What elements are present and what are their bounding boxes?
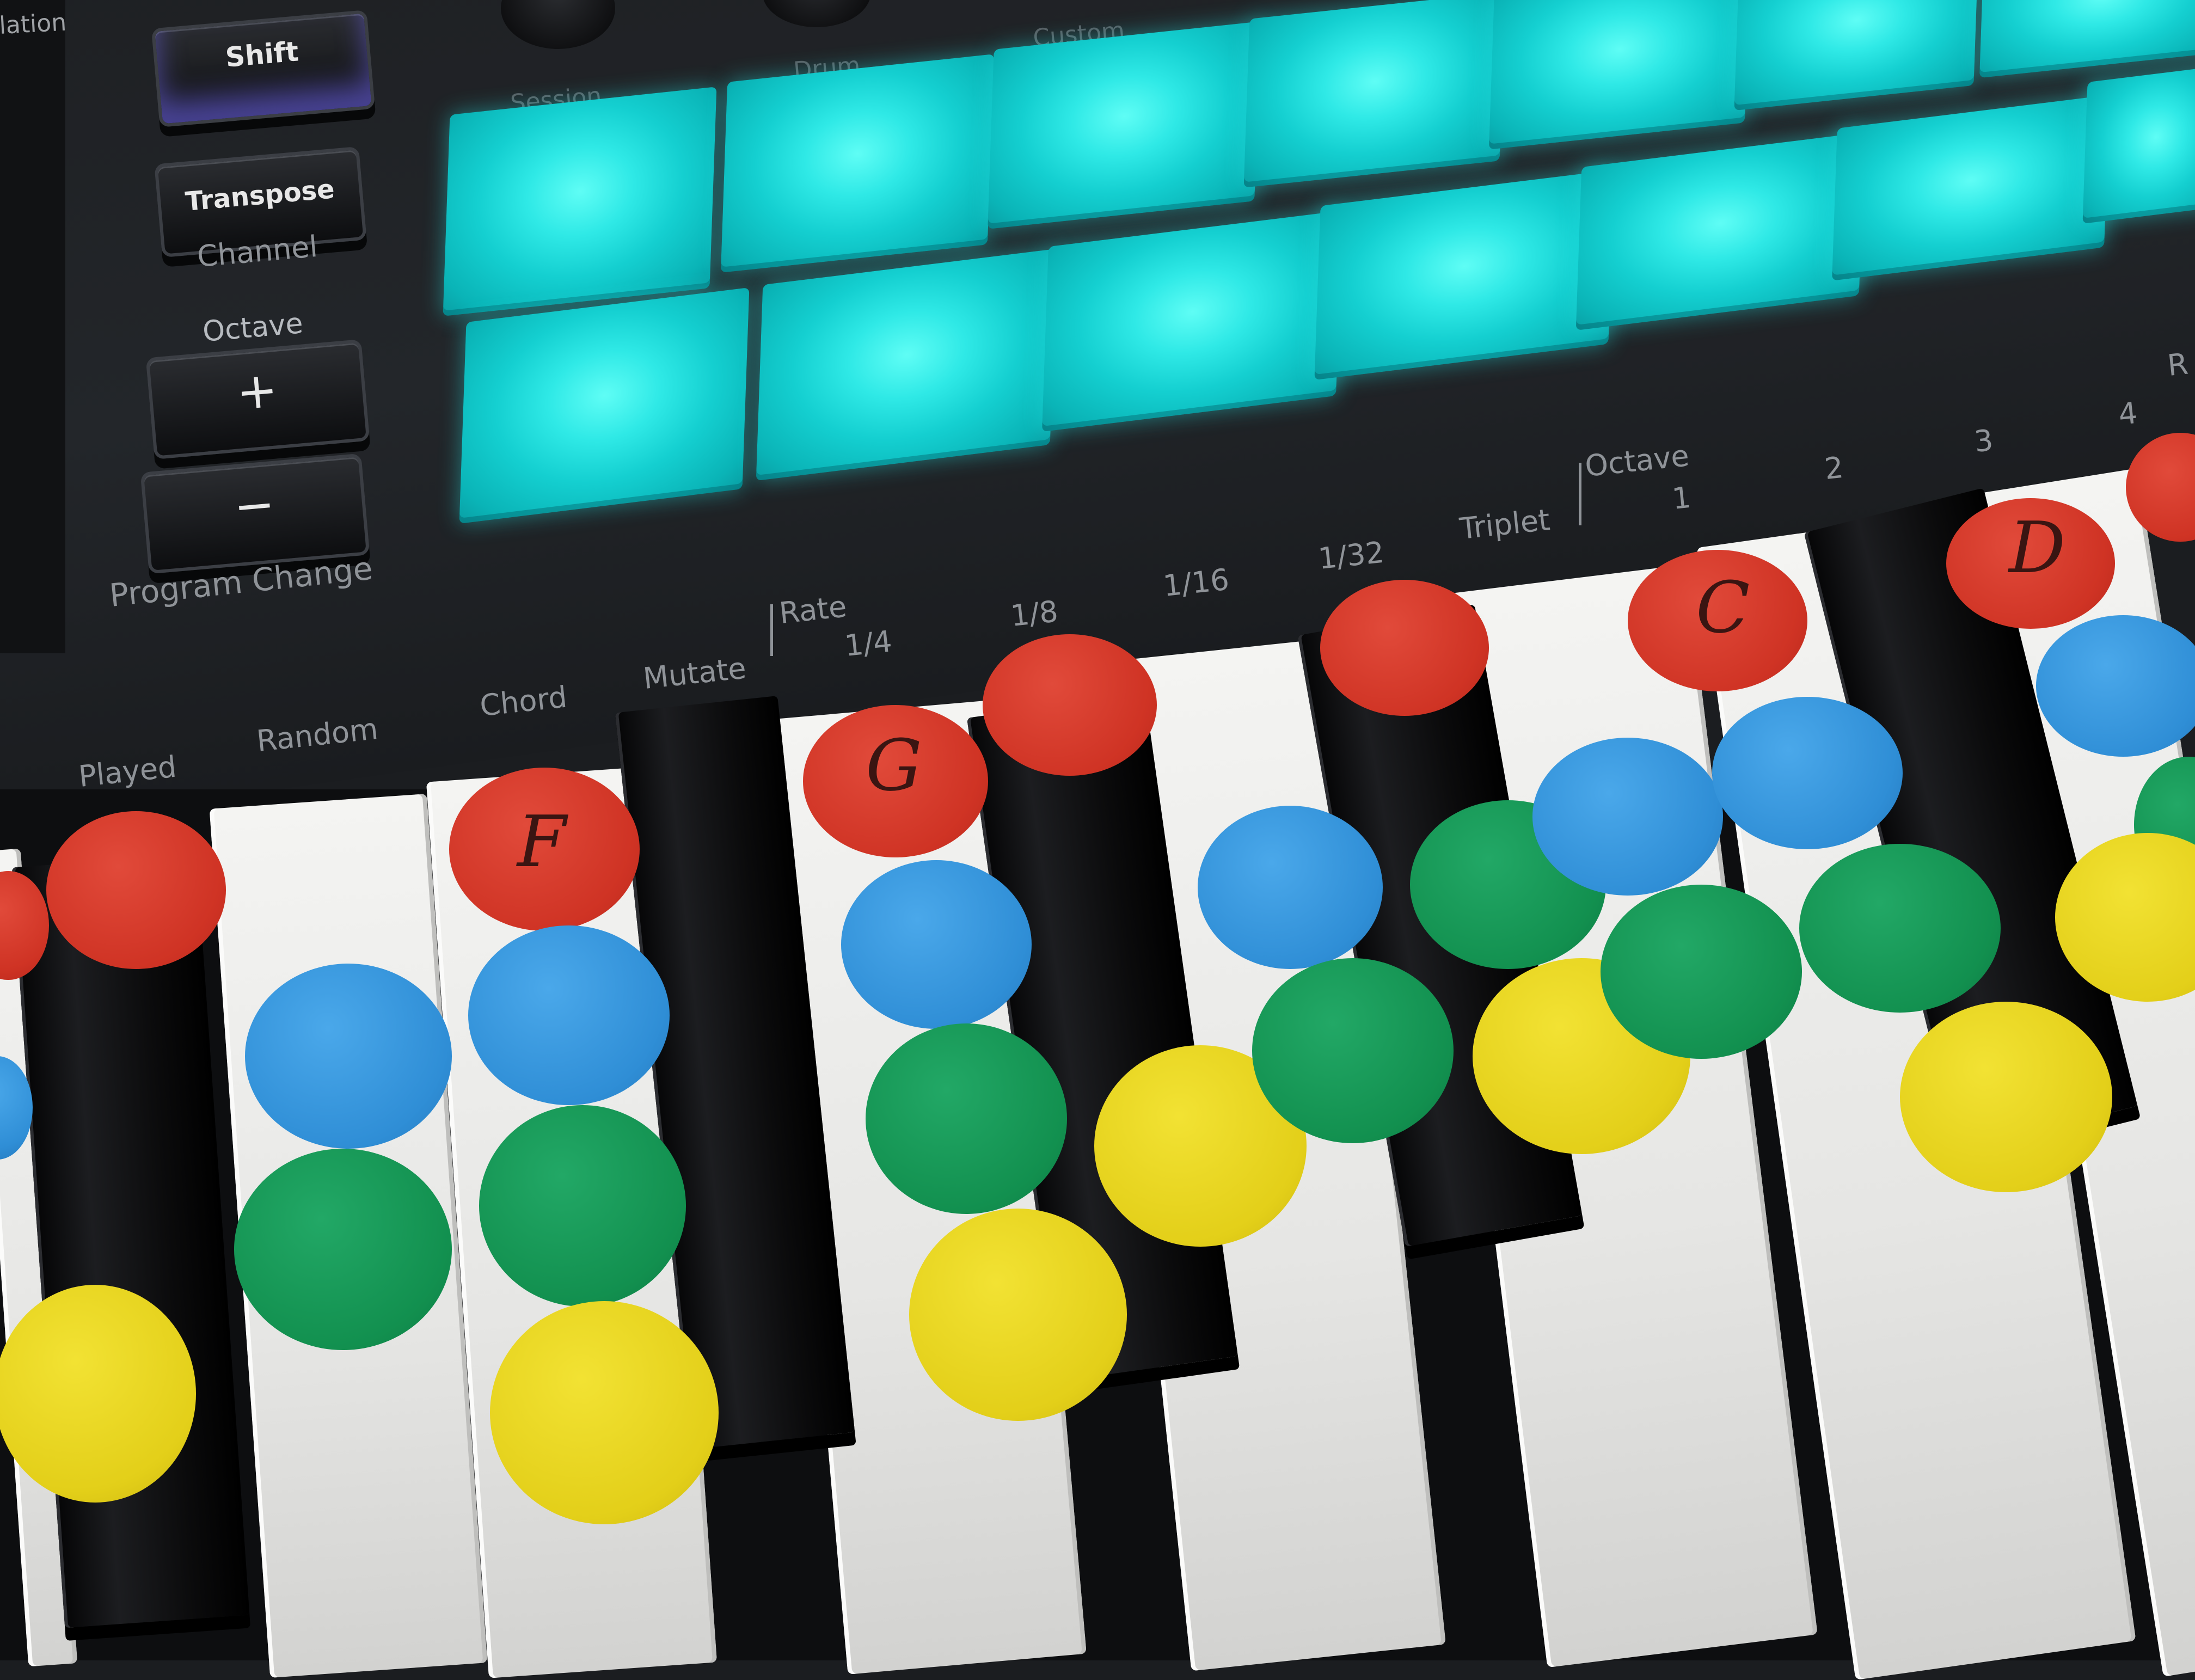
minus-icon: − — [231, 475, 278, 536]
note-letter-c: C — [1696, 566, 1750, 649]
photo-scene: lation Shift Transpose Channel Octave + … — [0, 0, 2195, 1680]
blue-sticker — [1198, 806, 1383, 969]
blue-sticker — [1712, 697, 1903, 849]
shift-button-label: Shift — [224, 35, 300, 73]
octave-3-label: 3 — [1972, 422, 1995, 459]
blue-sticker — [1532, 738, 1723, 896]
red-sticker — [1320, 580, 1489, 716]
pad[interactable] — [1314, 169, 1615, 381]
rate-1-16-label: 1/16 — [1161, 562, 1231, 603]
pad[interactable] — [720, 54, 995, 273]
blue-sticker — [841, 860, 1032, 1029]
shift-button[interactable]: Shift — [151, 10, 376, 127]
yellow-sticker — [0, 1285, 196, 1503]
yellow-sticker — [490, 1301, 719, 1524]
octave-1-label: 1 — [1670, 480, 1693, 516]
transpose-button-label: Transpose — [184, 174, 336, 217]
green-sticker — [1601, 885, 1802, 1059]
blue-sticker — [245, 964, 452, 1149]
green-sticker — [1799, 844, 2001, 1013]
rate-1-8-label: 1/8 — [1009, 594, 1060, 633]
rate-divider — [770, 604, 773, 656]
octave-up-button[interactable]: + — [145, 339, 370, 459]
pad[interactable] — [2082, 65, 2195, 224]
pad[interactable] — [988, 21, 1261, 229]
green-sticker — [479, 1105, 686, 1307]
plus-icon: + — [234, 360, 280, 422]
note-letter-d: D — [2009, 506, 2066, 589]
red-sticker — [983, 634, 1157, 776]
rate-1-4-label: 1/4 — [843, 624, 894, 663]
note-letter-g: G — [866, 724, 922, 807]
rate-1-32-label: 1/32 — [1316, 535, 1386, 576]
pad[interactable] — [1243, 0, 1506, 188]
partial-top-label: lation — [0, 8, 68, 40]
yellow-sticker — [909, 1209, 1127, 1421]
pad[interactable] — [459, 287, 750, 524]
octave-divider — [1579, 463, 1581, 525]
yellow-sticker — [1900, 1002, 2112, 1192]
green-sticker — [1252, 958, 1454, 1143]
partial-right-label: R — [2166, 346, 2190, 383]
octave-4-label: 4 — [2117, 395, 2139, 432]
left-strip — [0, 0, 65, 653]
blue-sticker — [468, 925, 670, 1105]
octave-2-label: 2 — [1823, 450, 1845, 486]
pad[interactable] — [1042, 210, 1342, 432]
note-letter-f: F — [517, 800, 567, 883]
rate-label: Rate — [777, 589, 849, 630]
pad[interactable] — [443, 87, 717, 316]
red-sticker — [46, 811, 226, 969]
green-sticker — [234, 1149, 452, 1350]
pad[interactable] — [756, 248, 1057, 481]
green-sticker — [866, 1023, 1067, 1214]
